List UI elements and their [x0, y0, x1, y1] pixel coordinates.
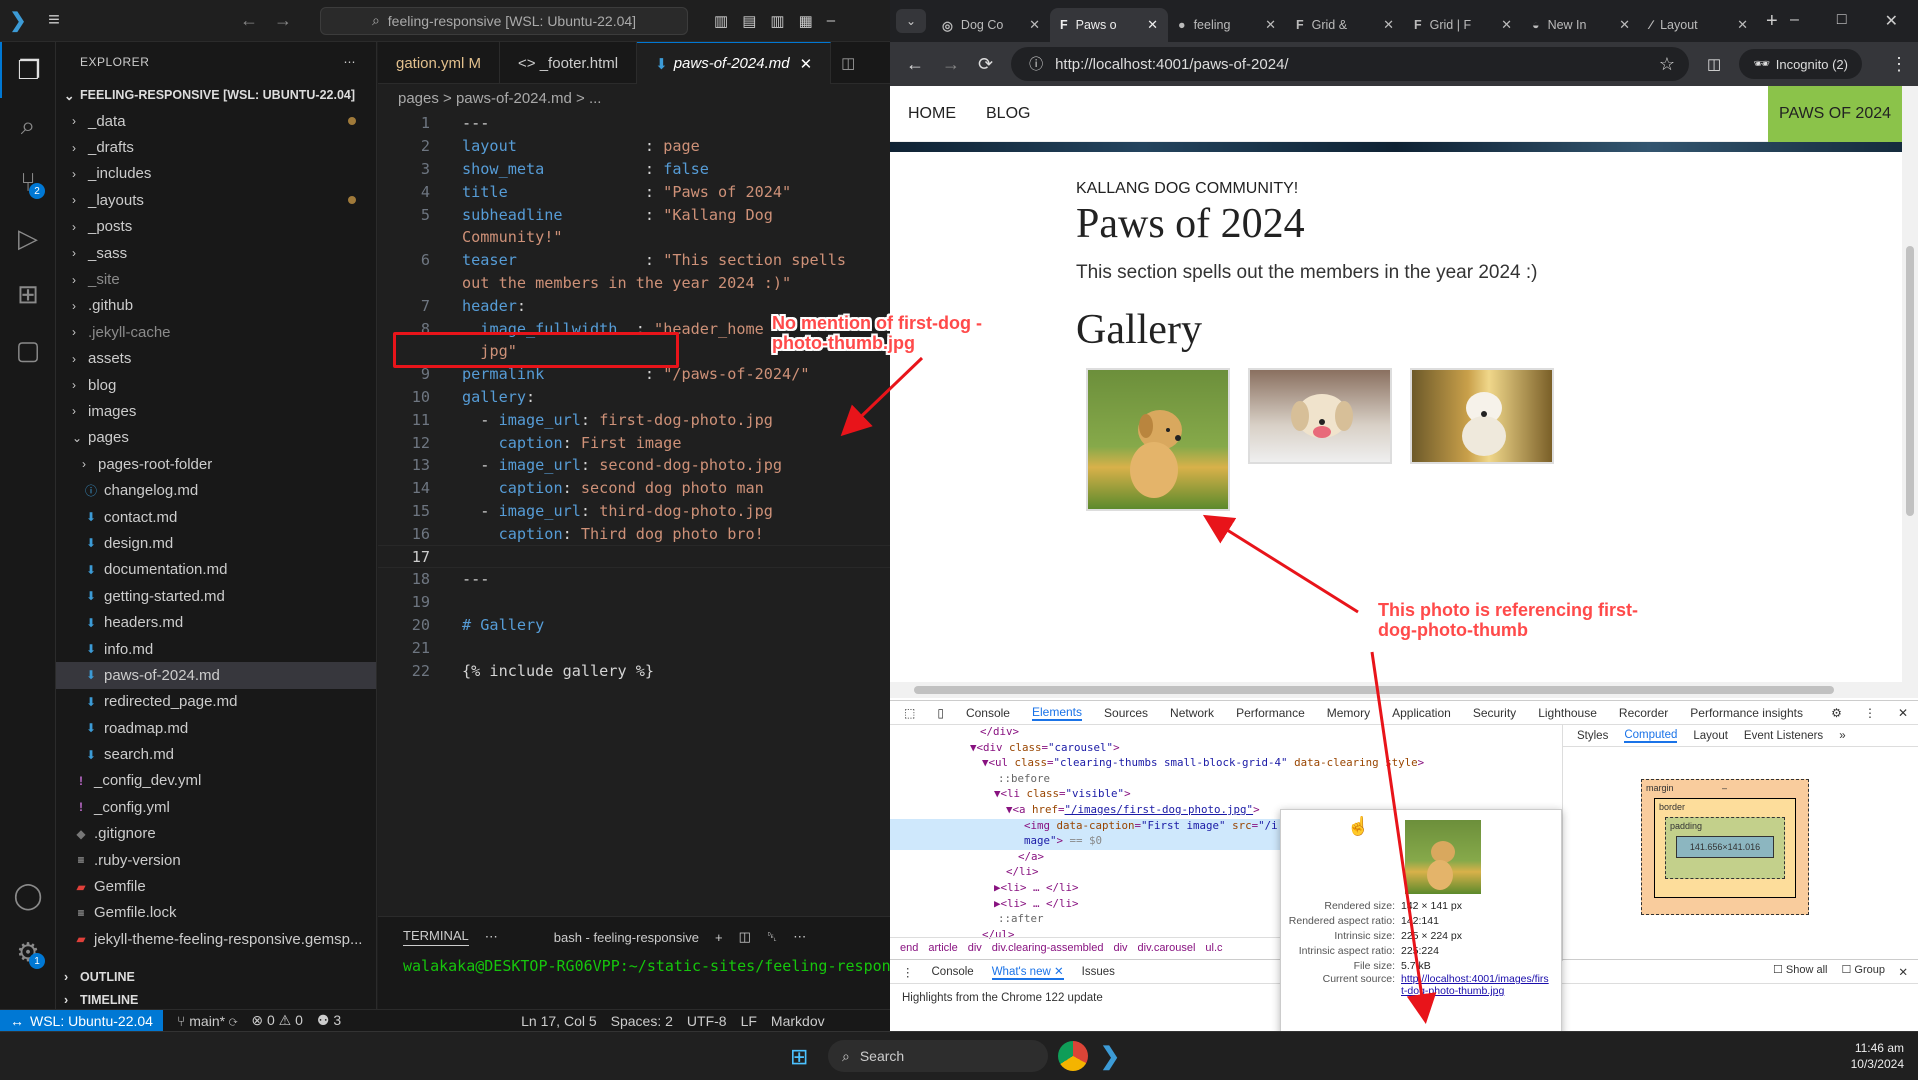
chrome-taskbar-icon[interactable]	[1058, 1041, 1088, 1071]
taskbar-search[interactable]: ⌕ Search	[828, 1040, 1048, 1072]
annotation-no-mention: No mention of first-dog -photo-thumb.jpg	[772, 313, 982, 353]
taskbar-clock[interactable]: 11:46 am 10/3/2024	[1851, 1040, 1904, 1072]
clock-date: 10/3/2024	[1850, 1057, 1904, 1071]
arrow-to-source	[1370, 651, 1437, 1024]
windows-taskbar: ⊞ ⌕ Search ❯ 11:46 am 10/3/2024	[0, 1031, 1918, 1080]
arrow-to-thumb	[1202, 514, 1359, 614]
taskbar-search-label: Search	[859, 1048, 905, 1064]
annotation-arrows	[840, 356, 1437, 1024]
search-icon: ⌕	[842, 1047, 850, 1064]
annotation-referencing: This photo is referencing first- dog-pho…	[1378, 600, 1639, 640]
arrow-to-code	[840, 356, 924, 437]
windows-start-icon[interactable]: ⊞	[790, 1044, 808, 1070]
vscode-taskbar-icon[interactable]: ❯	[1100, 1042, 1120, 1071]
clock-time: 11:46 am	[1854, 1041, 1904, 1055]
